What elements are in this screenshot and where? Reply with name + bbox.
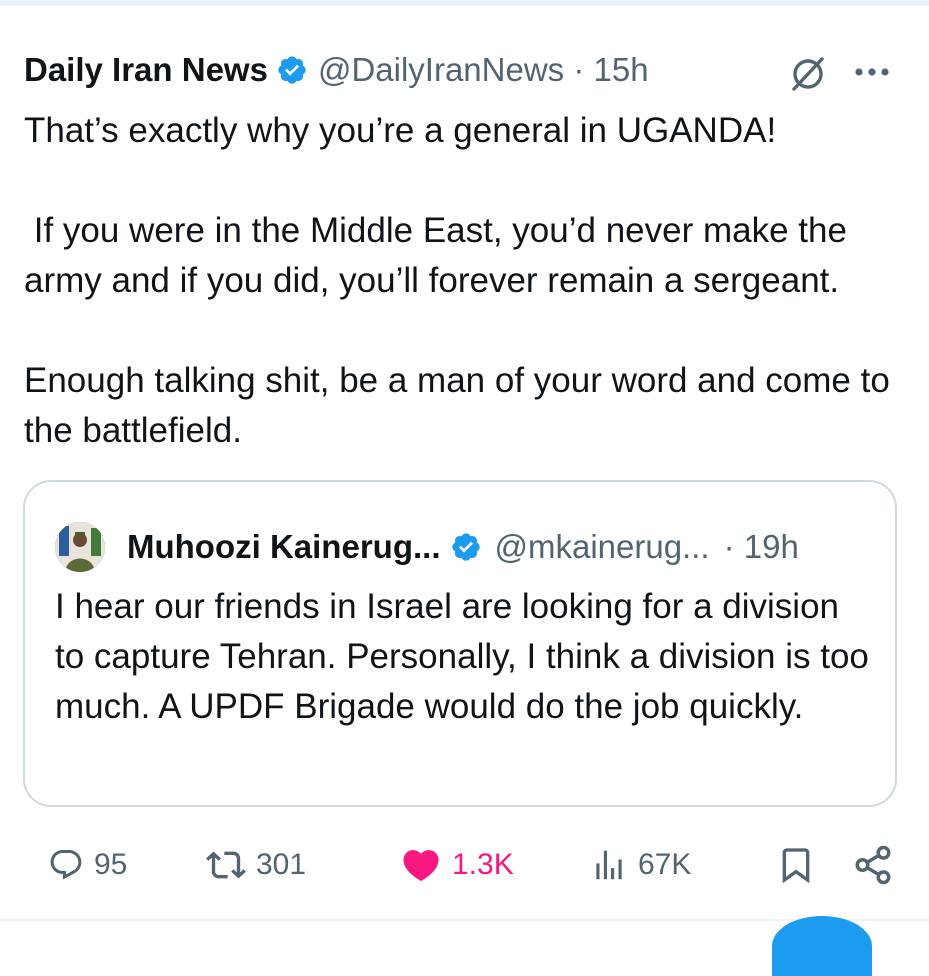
bookmark-icon: [782, 848, 810, 884]
repost-icon: [206, 851, 246, 879]
grok-icon[interactable]: [788, 53, 828, 93]
tweet-text: That’s exactly why you’re a general in U…: [24, 111, 890, 450]
views-count: 67K: [638, 848, 692, 881]
views-button[interactable]: 67K: [590, 840, 691, 890]
avatar-image: [55, 522, 105, 572]
quoted-tweet[interactable]: Muhoozi Kainerug... @mkainerug... · 19h …: [23, 480, 897, 807]
repost-button[interactable]: 301: [206, 840, 306, 890]
bookmark-button[interactable]: [776, 840, 816, 890]
share-icon: [855, 845, 891, 885]
share-button[interactable]: [852, 840, 894, 890]
avatar[interactable]: [55, 522, 105, 572]
more-icon[interactable]: [850, 58, 894, 86]
views-icon: [596, 850, 622, 880]
like-count: 1.3K: [452, 848, 514, 881]
heart-icon: [403, 850, 439, 882]
author-name[interactable]: Daily Iran News: [24, 51, 268, 89]
quoted-author-handle[interactable]: @mkainerug...: [494, 528, 709, 566]
verified-badge-icon: [452, 533, 481, 561]
quoted-tweet-header: Muhoozi Kainerug... @mkainerug... · 19h: [55, 522, 885, 572]
tweet-header: Daily Iran News @DailyIranNews · 15h: [24, 46, 904, 94]
compose-button[interactable]: [772, 916, 872, 976]
action-bar: 95 301 1.3K 67K: [0, 840, 929, 890]
reply-count: 95: [94, 848, 128, 881]
quoted-tweet-text: I hear our friends in Israel are looking…: [55, 587, 879, 726]
verified-badge-icon: [278, 56, 306, 84]
reply-icon: [50, 850, 82, 880]
repost-count: 301: [256, 848, 307, 881]
reply-button[interactable]: 95: [48, 840, 127, 890]
divider: [0, 919, 929, 921]
like-button[interactable]: 1.3K: [400, 840, 514, 890]
quoted-author-name[interactable]: Muhoozi Kainerug...: [127, 528, 440, 566]
quoted-time: · 19h: [723, 528, 799, 565]
tweet[interactable]: Daily Iran News @DailyIranNews · 15h Tha…: [0, 6, 929, 929]
author-handle-time[interactable]: @DailyIranNews · 15h: [318, 51, 649, 89]
